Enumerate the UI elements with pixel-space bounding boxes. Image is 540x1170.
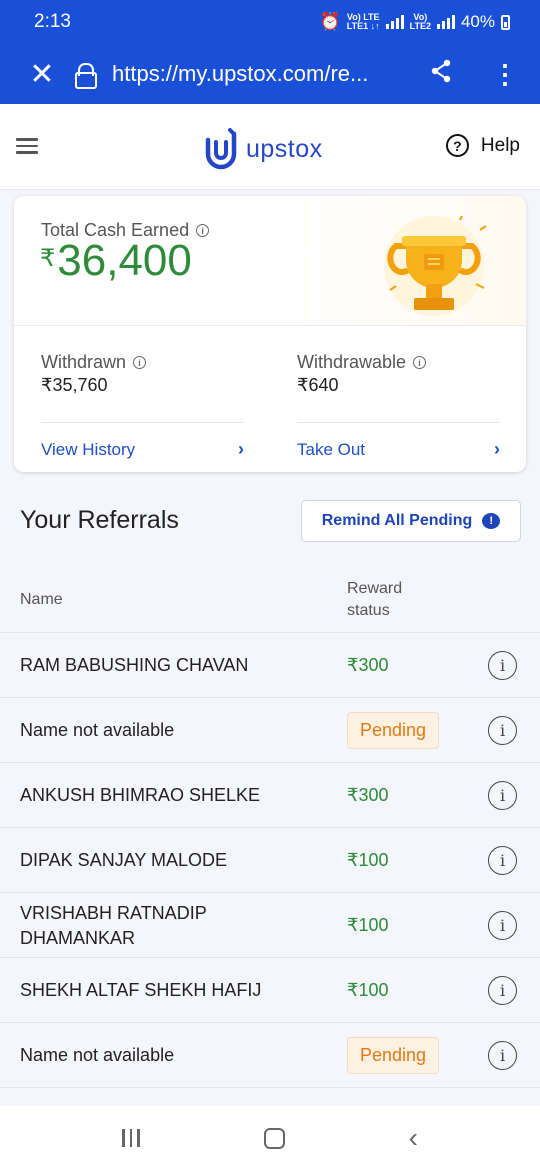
withdrawable-value: ₹640 xyxy=(297,375,339,395)
info-icon[interactable]: i xyxy=(488,1041,517,1070)
referrals-title: Your Referrals xyxy=(20,506,179,534)
table-row: DIPAK SANJAY MALODE ₹100 i xyxy=(0,828,540,893)
table-row: Name not available Pending i xyxy=(0,698,540,763)
lock-icon[interactable] xyxy=(74,63,97,89)
column-header-name: Name xyxy=(20,591,63,608)
table-row: Name not available Pending i xyxy=(0,1023,540,1088)
system-navigation-bar: ‹ xyxy=(0,1106,540,1170)
signal-2-icon xyxy=(436,15,455,29)
total-earned-value: ₹ 36,400 xyxy=(40,236,192,286)
browser-toolbar: ✕ https://my.upstox.com/re... ⋮ xyxy=(0,44,540,104)
network-1-label: Vo) LTE LTE1 ↓↑ xyxy=(346,12,380,31)
table-row: RAM BABUSHING CHAVAN ₹300 i xyxy=(0,633,540,698)
referrals-table: Name Reward status RAM BABUSHING CHAVAN ₹… xyxy=(0,568,540,1088)
signal-1-icon xyxy=(385,15,404,29)
status-icons: ⏰ Vo) LTE LTE1 ↓↑ Vo) LTE2 40% xyxy=(320,12,510,32)
column-header-reward-status: Reward status xyxy=(347,580,403,619)
back-icon[interactable]: ‹ xyxy=(409,1122,418,1154)
battery-percent: 40% xyxy=(460,12,495,31)
close-icon[interactable]: ✕ xyxy=(26,57,58,92)
reward-status-cell: ₹300 xyxy=(347,633,388,698)
referral-name: SHEKH ALTAF SHEKH HAFIJ xyxy=(20,980,262,1000)
status-bar: 2:13 ⏰ Vo) LTE LTE1 ↓↑ Vo) LTE2 40% xyxy=(0,0,540,44)
help-icon: ? xyxy=(445,134,469,157)
divider xyxy=(297,422,500,423)
withdrawn-label-row: Withdrawn i xyxy=(41,352,244,373)
reward-amount: ₹100 xyxy=(347,980,389,1000)
chat-alert-icon: ! xyxy=(482,513,501,529)
info-icon[interactable]: i xyxy=(133,356,147,369)
currency-symbol: ₹ xyxy=(40,245,56,272)
table-row: SHEKH ALTAF SHEKH HAFIJ ₹100 i xyxy=(0,958,540,1023)
help-button[interactable]: ? Help xyxy=(445,134,520,157)
chevron-right-icon: › xyxy=(238,439,244,459)
info-icon[interactable]: i xyxy=(488,976,517,1005)
battery-icon xyxy=(501,14,510,30)
withdrawn-column: Withdrawn i ₹35,760 View History › xyxy=(14,326,270,460)
withdrawable-column: Withdrawable i ₹640 Take Out › xyxy=(270,326,526,460)
menu-icon[interactable] xyxy=(16,138,38,158)
withdrawable-label-row: Withdrawable i xyxy=(297,352,500,373)
reward-amount: ₹100 xyxy=(347,915,389,935)
balance-columns: Withdrawn i ₹35,760 View History › Withd… xyxy=(14,326,526,460)
info-icon[interactable]: i xyxy=(488,651,517,680)
home-icon[interactable] xyxy=(263,1127,285,1149)
chevron-right-icon: › xyxy=(494,439,500,459)
table-body: RAM BABUSHING CHAVAN ₹300 i Name not availa… xyxy=(0,633,540,1088)
reward-status-cell: Pending xyxy=(347,698,440,763)
alarm-icon: ⏰ xyxy=(319,12,341,31)
reward-status-cell: ₹100 xyxy=(347,958,388,1023)
reward-status-cell: Pending xyxy=(347,1023,440,1088)
referral-name: DIPAK SANJAY MALODE xyxy=(20,850,228,870)
info-icon[interactable]: i xyxy=(488,911,517,940)
status-time: 2:13 xyxy=(34,11,71,32)
reward-amount: ₹300 xyxy=(347,785,389,805)
withdrawable-label: Withdrawable xyxy=(297,352,407,372)
brand-name: upstox xyxy=(246,134,323,163)
reward-amount: ₹300 xyxy=(347,655,389,675)
take-out-link[interactable]: Take Out › xyxy=(297,439,500,460)
view-history-label: View History xyxy=(41,439,136,459)
referral-name: RAM BABUSHING CHAVAN xyxy=(20,655,249,675)
info-icon[interactable]: i xyxy=(413,356,427,369)
take-out-label: Take Out xyxy=(297,439,366,459)
table-row: ANKUSH BHIMRAO SHELKE ₹300 i xyxy=(0,763,540,828)
total-earned-amount: 36,400 xyxy=(57,236,192,285)
reward-amount: ₹100 xyxy=(347,850,389,870)
recents-icon[interactable] xyxy=(122,1129,140,1147)
pending-badge: Pending xyxy=(347,1037,440,1074)
more-options-icon[interactable]: ⋮ xyxy=(492,59,518,90)
table-header: Name Reward status xyxy=(0,568,540,633)
remind-all-pending-button[interactable]: Remind All Pending ! xyxy=(301,500,521,542)
remind-all-pending-label: Remind All Pending xyxy=(321,512,473,529)
divider xyxy=(41,422,244,423)
pending-badge: Pending xyxy=(347,712,440,749)
view-history-link[interactable]: View History › xyxy=(41,439,244,460)
info-icon[interactable]: i xyxy=(488,716,517,745)
reward-status-cell: ₹100 xyxy=(347,828,388,893)
trophy-icon xyxy=(384,216,487,316)
upstox-logo-mark xyxy=(205,128,237,170)
referral-name: Name not available xyxy=(20,720,175,740)
referral-name: VRISHABH RATNADIP DHAMANKAR xyxy=(20,902,207,948)
network-2-label: Vo) LTE2 xyxy=(409,12,431,31)
referral-name: ANKUSH BHIMRAO SHELKE xyxy=(20,785,261,805)
info-icon[interactable]: i xyxy=(488,781,517,810)
total-earned-section: Total Cash Earned i ₹ 36,400 xyxy=(14,196,526,326)
withdrawn-label: Withdrawn xyxy=(41,352,127,372)
reward-status-cell: ₹100 xyxy=(347,893,388,958)
earnings-card: Total Cash Earned i ₹ 36,400 Withdrawn i… xyxy=(14,196,526,472)
reward-status-cell: ₹300 xyxy=(347,763,388,828)
url-bar[interactable]: https://my.upstox.com/re... xyxy=(112,61,406,87)
share-icon[interactable] xyxy=(430,59,452,89)
upstox-logo[interactable]: upstox xyxy=(204,126,323,172)
help-label: Help xyxy=(480,134,520,156)
info-icon[interactable]: i xyxy=(196,224,210,237)
app-header: upstox ? Help xyxy=(0,104,540,190)
withdrawn-value: ₹35,760 xyxy=(41,375,108,395)
referral-name: Name not available xyxy=(20,1045,175,1065)
info-icon[interactable]: i xyxy=(488,846,517,875)
table-row: VRISHABH RATNADIP DHAMANKAR ₹100 i xyxy=(0,893,540,958)
